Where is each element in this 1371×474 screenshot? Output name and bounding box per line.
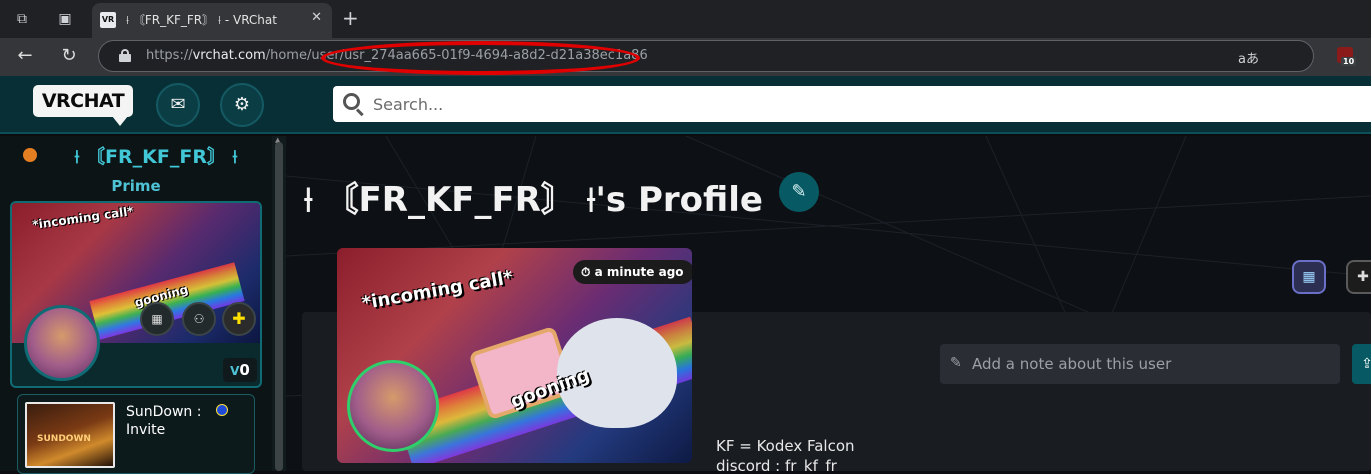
keypad-badge-icon[interactable]: ▦ bbox=[1292, 260, 1326, 294]
sidebar-rank: Prime bbox=[111, 177, 161, 195]
main-content: ⟊ 〘FR_KF_FR〙 ⟊'s Profile ✎ *incoming cal… bbox=[286, 136, 1371, 471]
vrchat-logo[interactable]: VRCHAT bbox=[33, 85, 133, 117]
browser-tab-vrchat[interactable]: VR ⟊ 〘FR_KF_FR〙 ⟊ - VRChat ✕ bbox=[92, 3, 332, 38]
pencil-icon: ✎ bbox=[791, 181, 807, 202]
friend-item[interactable]: SUNDOWN SunDown : Invite bbox=[17, 394, 255, 474]
sidebar: ⟊ 〘FR_KF_FR〙 ⟊ Prime *incoming call* goo… bbox=[0, 136, 286, 474]
back-arrow-icon[interactable]: ← bbox=[14, 45, 36, 67]
scrollbar-thumb[interactable] bbox=[275, 142, 283, 471]
note-input[interactable] bbox=[972, 352, 1332, 376]
envelope-icon: ✉ bbox=[170, 94, 186, 115]
last-seen-badge: ⏱ a minute ago bbox=[573, 260, 692, 284]
settings-button[interactable]: ⚙ bbox=[220, 83, 264, 127]
lock-icon[interactable] bbox=[119, 49, 131, 62]
red-annotation-circle bbox=[321, 41, 640, 75]
status-indicator[interactable] bbox=[23, 148, 37, 162]
profile-banner-image: *incoming call* gooning ⏱ a minute ago bbox=[337, 248, 692, 463]
messages-button[interactable]: ✉ bbox=[156, 83, 200, 127]
close-icon[interactable]: ✕ bbox=[311, 10, 322, 25]
profile-avatar[interactable] bbox=[347, 360, 439, 452]
extra-badge-icon[interactable]: ✚ bbox=[1346, 260, 1371, 294]
profile-caption-top: *incoming call* bbox=[360, 266, 515, 315]
sidebar-scrollbar[interactable]: ▲ bbox=[272, 136, 286, 471]
note-save-button[interactable]: ⇪ bbox=[1352, 344, 1371, 384]
bio-line: KF = Kodex Falcon bbox=[716, 437, 855, 455]
avatar[interactable] bbox=[24, 305, 100, 381]
logo-speech-tail bbox=[112, 116, 128, 126]
region-globe-icon bbox=[216, 404, 228, 416]
share-icon: ⇪ bbox=[1361, 356, 1371, 372]
search-icon bbox=[343, 93, 365, 117]
vrchat-header: VRCHAT ✉ ⚙ bbox=[0, 76, 1371, 134]
workspaces-icon[interactable]: ⧉ bbox=[11, 9, 33, 29]
edit-profile-button[interactable]: ✎ bbox=[779, 172, 819, 212]
vrchat-favicon-icon: VR bbox=[100, 12, 116, 28]
credits-counter: V0 bbox=[223, 358, 257, 382]
add-badge-icon[interactable]: ✚ bbox=[222, 302, 256, 336]
current-user-card[interactable]: *incoming call* gooning ▦ ⚇ ✚ V0 bbox=[10, 201, 262, 388]
search-input[interactable] bbox=[373, 92, 1353, 116]
tab-title: ⟊ 〘FR_KF_FR〙 ⟊ - VRChat bbox=[126, 13, 277, 27]
address-bar[interactable]: https://vrchat.com/home/user/usr_274aa66… bbox=[98, 40, 1314, 72]
user-note-field[interactable]: ✎ bbox=[940, 344, 1340, 384]
stopwatch-icon: ⏱ bbox=[581, 265, 591, 279]
reload-icon[interactable]: ↻ bbox=[58, 45, 80, 67]
read-aloud-icon[interactable]: aあ bbox=[1238, 48, 1259, 67]
accessory-badge-icon[interactable]: ⚇ bbox=[182, 302, 216, 336]
search-bar[interactable] bbox=[333, 86, 1371, 122]
profile-bio: KF = Kodex Falcon discord : fr_kf_fr bbox=[716, 436, 855, 471]
extension-badge: 10 bbox=[1341, 57, 1357, 66]
tab-actions-icon[interactable]: ▣ bbox=[54, 9, 76, 29]
gears-icon: ⚙ bbox=[233, 94, 251, 115]
keypad-badge-icon[interactable]: ▦ bbox=[140, 302, 174, 336]
banner-caption-top: *incoming call* bbox=[31, 203, 135, 233]
pencil-icon: ✎ bbox=[950, 355, 962, 371]
browser-tabstrip: ⧉ ▣ VR ⟊ 〘FR_KF_FR〙 ⟊ - VRChat ✕ + bbox=[0, 0, 1371, 38]
world-thumbnail: SUNDOWN bbox=[25, 402, 115, 468]
page-title: ⟊ 〘FR_KF_FR〙 ⟊'s Profile bbox=[304, 180, 763, 220]
bio-line: discord : fr_kf_fr bbox=[716, 457, 837, 471]
sidebar-username[interactable]: ⟊ 〘FR_KF_FR〙 ⟊ bbox=[40, 142, 272, 169]
browser-toolbar: ← ↻ https://vrchat.com/home/user/usr_274… bbox=[0, 38, 1371, 76]
new-tab-button[interactable]: + bbox=[342, 7, 359, 29]
